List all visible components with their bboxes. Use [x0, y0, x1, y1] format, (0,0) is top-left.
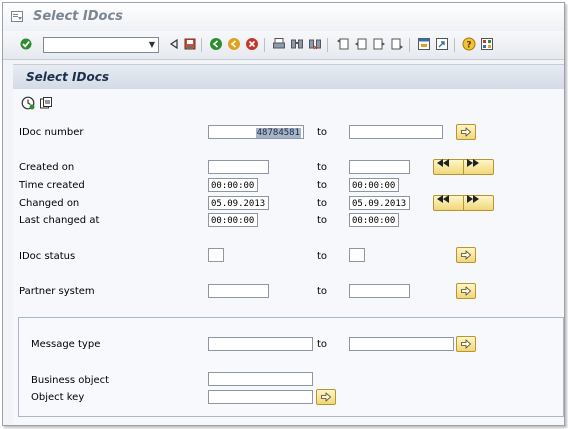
last-changed-at-label: Last changed at	[19, 215, 100, 226]
created-on-from-input[interactable]	[208, 160, 269, 174]
idoc-number-to-input[interactable]	[349, 125, 443, 139]
double-right-arrow-icon	[467, 159, 479, 167]
changed-on-label: Changed on	[19, 198, 80, 209]
double-left-arrow-icon	[437, 195, 449, 203]
sap-window: Select IDocs ▼ ? Select IDocs IDoc numbe…	[2, 2, 565, 426]
partner-system-multiple-selection-button[interactable]	[456, 283, 476, 299]
shortcut-icon[interactable]	[435, 37, 449, 51]
changed-on-to-input[interactable]: 05.09.2013	[349, 196, 410, 210]
changed-on-period-buttons	[433, 195, 494, 211]
next-period-button[interactable]	[464, 195, 494, 210]
message-type-multiple-selection-button[interactable]	[456, 336, 476, 352]
layout-icon[interactable]	[480, 37, 494, 51]
get-variant-icon[interactable]	[39, 96, 53, 110]
command-field[interactable]: ▼	[43, 37, 159, 53]
double-left-arrow-icon	[437, 159, 449, 167]
time-created-to-input[interactable]: 00:00:00	[349, 178, 399, 192]
created-on-label: Created on	[19, 162, 75, 173]
message-type-label: Message type	[31, 339, 101, 350]
execute-icon[interactable]	[21, 96, 35, 110]
object-key-multiple-selection-button[interactable]	[316, 389, 336, 405]
new-session-icon[interactable]	[417, 37, 431, 51]
page-title: Select IDocs	[26, 70, 109, 84]
find-next-icon[interactable]	[308, 37, 322, 51]
to-label: to	[317, 251, 328, 262]
object-key-label: Object key	[31, 392, 85, 403]
back-nav-icon[interactable]	[209, 37, 223, 51]
idoc-status-to-input[interactable]	[349, 248, 365, 262]
message-type-to-input[interactable]	[349, 337, 454, 351]
print-icon[interactable]	[272, 37, 286, 51]
window-menu-icon[interactable]	[11, 11, 23, 22]
double-right-arrow-icon	[467, 195, 479, 203]
object-key-input[interactable]	[208, 390, 313, 404]
arrow-right-icon	[461, 250, 471, 260]
business-object-input[interactable]	[208, 372, 313, 386]
business-object-label: Business object	[31, 375, 110, 386]
idoc-status-from-input[interactable]	[208, 248, 224, 262]
idoc-number-from-input[interactable]: 48784581	[208, 125, 304, 139]
last-changed-at-from-input[interactable]: 00:00:00	[208, 213, 258, 227]
back-icon[interactable]	[167, 37, 181, 51]
partner-system-from-input[interactable]	[208, 284, 269, 298]
last-changed-at-to-input[interactable]: 00:00:00	[349, 213, 399, 227]
arrow-right-icon	[461, 127, 471, 137]
last-page-icon[interactable]	[390, 37, 404, 51]
idoc-number-multiple-selection-button[interactable]	[456, 124, 476, 140]
svg-text:?: ?	[466, 41, 471, 51]
idoc-status-label: IDoc status	[19, 251, 76, 262]
partner-system-to-input[interactable]	[349, 284, 410, 298]
to-label: to	[317, 286, 328, 297]
exit-icon[interactable]	[227, 37, 241, 51]
time-created-from-input[interactable]: 00:00:00	[208, 178, 258, 192]
to-label: to	[317, 215, 328, 226]
time-created-label: Time created	[19, 180, 85, 191]
prev-page-icon[interactable]	[354, 37, 368, 51]
to-label: to	[317, 127, 328, 138]
idoc-number-from-value: 48784581	[255, 128, 301, 138]
find-icon[interactable]	[290, 37, 304, 51]
first-page-icon[interactable]	[336, 37, 350, 51]
save-icon[interactable]	[183, 37, 197, 51]
page-header: Select IDocs	[13, 64, 564, 89]
idoc-status-multiple-selection-button[interactable]	[456, 247, 476, 263]
idoc-number-label: IDoc number	[19, 127, 84, 138]
next-page-icon[interactable]	[372, 37, 386, 51]
previous-period-button[interactable]	[434, 195, 464, 210]
system-toolbar: ▼ ?	[3, 31, 564, 60]
partner-system-label: Partner system	[19, 286, 95, 297]
chevron-down-icon[interactable]: ▼	[146, 38, 158, 52]
created-on-to-input[interactable]	[349, 160, 410, 174]
arrow-right-icon	[461, 286, 471, 296]
to-label: to	[317, 180, 328, 191]
to-label: to	[317, 198, 328, 209]
message-type-from-input[interactable]	[208, 337, 313, 351]
enter-icon[interactable]	[20, 38, 32, 50]
created-on-period-buttons	[433, 159, 494, 175]
changed-on-from-input[interactable]: 05.09.2013	[208, 196, 269, 210]
previous-period-button[interactable]	[434, 159, 464, 174]
cancel-icon[interactable]	[245, 37, 259, 51]
arrow-right-icon	[461, 339, 471, 349]
title-bar: Select IDocs	[3, 3, 564, 31]
help-icon[interactable]: ?	[462, 37, 476, 51]
to-label: to	[317, 162, 328, 173]
window-title: Select IDocs	[33, 9, 123, 24]
to-label: to	[317, 339, 328, 350]
next-period-button[interactable]	[464, 159, 494, 174]
arrow-right-icon	[321, 392, 331, 402]
